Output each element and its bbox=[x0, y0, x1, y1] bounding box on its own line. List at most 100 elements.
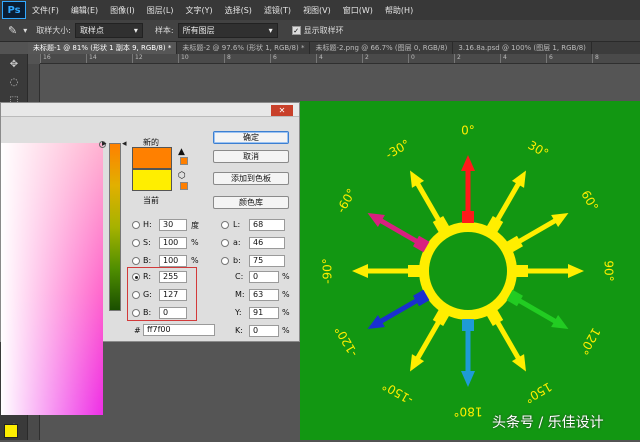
menu-window[interactable]: 窗口(W) bbox=[337, 5, 379, 16]
doc-tab-1[interactable]: 未标题-1 @ 81% (形状 1 副本 9, RGB/8) * bbox=[28, 42, 178, 54]
dial-arrow[interactable] bbox=[486, 167, 532, 233]
b-input[interactable]: 100 bbox=[159, 255, 187, 267]
doc-tab-3[interactable]: 未标题-2.png @ 66.7% (图层 0, RGB/8) bbox=[310, 42, 454, 54]
lab-b-input[interactable]: 75 bbox=[249, 255, 285, 267]
c-label: C: bbox=[235, 272, 244, 281]
arrow-shaft bbox=[465, 329, 471, 375]
lab-a-input[interactable]: 46 bbox=[249, 237, 285, 249]
compass-dial: 0° 30° 60° 90° 120° 150° 180° -150° -120° -90° -60… bbox=[321, 124, 616, 419]
angle-label: -150° bbox=[380, 378, 416, 407]
rgb-b-radio[interactable] bbox=[132, 309, 140, 317]
dial-arrow[interactable] bbox=[516, 264, 584, 278]
rgb-b-input[interactable]: 0 bbox=[159, 307, 187, 319]
g-input[interactable]: 127 bbox=[159, 289, 187, 301]
dial-arrow[interactable] bbox=[404, 309, 450, 375]
hue-arrow-left-icon[interactable]: ▸ bbox=[102, 139, 107, 149]
s-label: S: bbox=[143, 238, 151, 247]
dial-arrow[interactable] bbox=[461, 155, 475, 223]
y-input[interactable]: 91 bbox=[249, 307, 279, 319]
b-label: B: bbox=[143, 256, 152, 265]
menu-file[interactable]: 文件(F) bbox=[26, 5, 65, 16]
doc-tab-2[interactable]: 未标题-2 @ 97.6% (形状 1, RGB/8) * bbox=[177, 42, 311, 54]
c-input[interactable]: 0 bbox=[249, 271, 279, 283]
b-radio[interactable] bbox=[132, 257, 140, 265]
move-tool-icon[interactable]: ✥ bbox=[3, 56, 25, 72]
y-label: Y: bbox=[235, 308, 242, 317]
dial-arrow[interactable] bbox=[404, 167, 450, 233]
ruler-tick: 8 bbox=[592, 54, 638, 63]
hex-input[interactable]: ff7f00 bbox=[143, 324, 215, 336]
menu-type[interactable]: 文字(Y) bbox=[179, 5, 218, 16]
arrow-shaft bbox=[516, 297, 560, 326]
gamut-warning-icon[interactable]: ▲ bbox=[178, 147, 185, 157]
s-input[interactable]: 100 bbox=[159, 237, 187, 249]
k-input[interactable]: 0 bbox=[249, 325, 279, 337]
arrow-shaft bbox=[413, 179, 442, 223]
m-input[interactable]: 63 bbox=[249, 289, 279, 301]
chevron-down-icon[interactable]: ▾ bbox=[23, 26, 27, 35]
dial-arrow[interactable] bbox=[364, 289, 430, 335]
b-unit: % bbox=[191, 256, 199, 265]
lasso-tool-icon[interactable]: ◌ bbox=[3, 74, 25, 90]
lab-l-radio[interactable] bbox=[221, 221, 229, 229]
hue-slider[interactable] bbox=[109, 143, 121, 311]
arrow-shaft bbox=[376, 297, 420, 326]
menu-image[interactable]: 图像(I) bbox=[104, 5, 141, 16]
current-color-swatch[interactable] bbox=[132, 169, 172, 191]
h-input[interactable]: 30 bbox=[159, 219, 187, 231]
angle-label: 60° bbox=[578, 188, 601, 213]
sample-select[interactable]: 所有图层 ▾ bbox=[177, 23, 278, 38]
artwork-canvas[interactable]: 0° 30° 60° 90° 120° 150° 180° -150° -120° -90° -60… bbox=[300, 101, 640, 440]
g-radio[interactable] bbox=[132, 291, 140, 299]
doc-tab-4[interactable]: 3.16.8a.psd @ 100% (图层 1, RGB/8) bbox=[453, 42, 592, 54]
angle-label: 150° bbox=[522, 379, 554, 406]
watermark-text: 头条号 / 乐佳设计 bbox=[492, 415, 604, 431]
web-safe-color-square[interactable] bbox=[180, 182, 188, 190]
angle-label: 180° bbox=[454, 405, 483, 419]
dial-arrow[interactable] bbox=[461, 319, 475, 387]
horizontal-ruler: 16 14 12 10 8 6 4 2 0 2 4 6 8 bbox=[40, 54, 640, 64]
close-icon[interactable]: ✕ bbox=[271, 105, 293, 116]
arrow-shaft bbox=[364, 268, 410, 274]
dial-arrow[interactable] bbox=[506, 207, 572, 253]
menu-help[interactable]: 帮助(H) bbox=[379, 5, 419, 16]
cancel-button[interactable]: 取消 bbox=[213, 150, 289, 163]
hue-arrow-right-icon[interactable]: ◂ bbox=[122, 139, 127, 149]
eyedropper-icon[interactable]: ✎ bbox=[8, 24, 17, 37]
document-tab-bar: 未标题-1 @ 81% (形状 1 副本 9, RGB/8) * 未标题-2 @… bbox=[28, 42, 640, 54]
lab-a-radio[interactable] bbox=[221, 239, 229, 247]
menu-filter[interactable]: 滤镜(T) bbox=[258, 5, 297, 16]
color-libraries-button[interactable]: 颜色库 bbox=[213, 196, 289, 209]
ruler-tick: 10 bbox=[178, 54, 224, 63]
gamut-color-square[interactable] bbox=[180, 157, 188, 165]
dial-arrow[interactable] bbox=[486, 309, 532, 375]
ok-button[interactable]: 确定 bbox=[213, 131, 289, 144]
r-input[interactable]: 255 bbox=[159, 271, 187, 283]
dial-arrow[interactable] bbox=[506, 289, 572, 335]
sample-size-select[interactable]: 取样点 ▾ bbox=[74, 23, 143, 38]
dial-arrow[interactable] bbox=[352, 264, 420, 278]
menu-select[interactable]: 选择(S) bbox=[219, 5, 258, 16]
dialog-titlebar[interactable]: ✕ bbox=[1, 103, 299, 117]
add-to-swatches-button[interactable]: 添加到色板 bbox=[213, 172, 289, 185]
ruler-tick: 6 bbox=[546, 54, 592, 63]
arrow-shaft bbox=[376, 216, 420, 245]
r-radio[interactable] bbox=[132, 273, 140, 281]
s-radio[interactable] bbox=[132, 239, 140, 247]
lab-l-input[interactable]: 68 bbox=[249, 219, 285, 231]
ruler-tick: 8 bbox=[224, 54, 270, 63]
menu-edit[interactable]: 编辑(E) bbox=[65, 5, 104, 16]
ruler-tick: 2 bbox=[454, 54, 500, 63]
angle-label: 90° bbox=[602, 260, 616, 281]
lab-b-radio[interactable] bbox=[221, 257, 229, 265]
web-safe-cube-icon[interactable]: ⬡ bbox=[178, 171, 186, 181]
show-ring-checkbox[interactable]: ✓ bbox=[291, 26, 301, 35]
foreground-color-swatch[interactable] bbox=[4, 424, 18, 438]
m-unit: % bbox=[282, 290, 290, 299]
dial-arrow[interactable] bbox=[364, 207, 430, 253]
arrow-head bbox=[352, 264, 368, 278]
h-radio[interactable] bbox=[132, 221, 140, 229]
saturation-brightness-field[interactable] bbox=[1, 143, 103, 415]
menu-view[interactable]: 视图(V) bbox=[297, 5, 337, 16]
menu-layer[interactable]: 图层(L) bbox=[141, 5, 180, 16]
